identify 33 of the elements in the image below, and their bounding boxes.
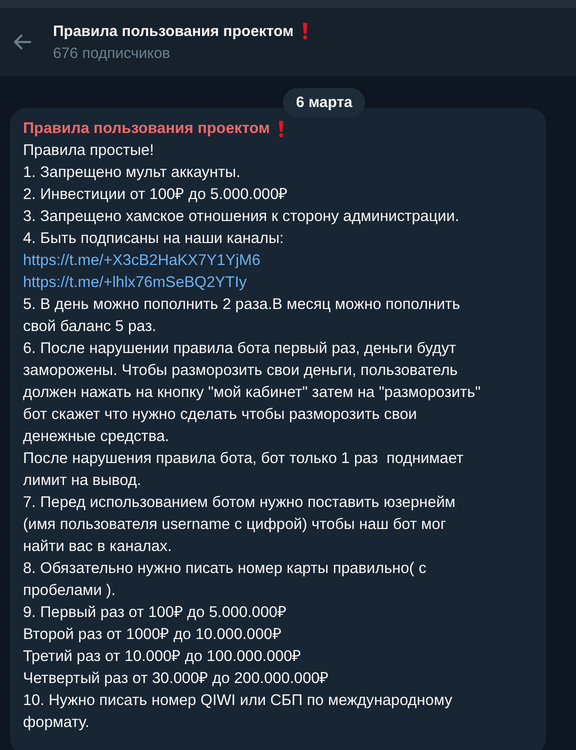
- message-line: 5. В день можно пополнить 2 раза.В месяц можно пополнить: [23, 295, 460, 315]
- date-pill: 6 марта: [283, 88, 366, 117]
- message-line: заморожены. Чтобы разморозить свои деньги, пользователь: [23, 361, 458, 381]
- message-line: 9. Первый раз от 100₽ до 5.000.000₽: [23, 603, 286, 623]
- message-line: пробелами ).: [23, 581, 116, 601]
- message-title: Правила пользования проектом: [23, 119, 270, 139]
- message-line: найти вас в каналах.: [23, 537, 172, 557]
- message-line: бот скажет что нужно сделать чтобы разморозить свои: [23, 405, 417, 425]
- message-line: 4. Быть подписаны на наши каналы:: [23, 229, 284, 249]
- message-line: лимит на вывод.: [23, 471, 142, 491]
- message-line: 6. После нарушении правила бота первый раз, деньги будут: [23, 339, 456, 359]
- subscriber-count: 676 подписчиков: [53, 45, 172, 62]
- message-line: Второй раз от 1000₽ до 10.000.000₽: [23, 625, 282, 645]
- message-link[interactable]: https://t.me/+X3cB2HaKX7Y1YjM6: [23, 250, 260, 272]
- message-line: Четвертый раз от 30.000₽ до 200.000.000₽: [23, 669, 329, 689]
- message-line: 3. Запрещено хамское отношения к сторону администрации.: [23, 207, 460, 227]
- message-line: Третий раз от 10.000₽ до 100.000.000₽: [23, 647, 302, 667]
- exclamation-icon: [302, 22, 308, 40]
- message-line: 7. Перед использованием ботом нужно поставить юзернейм: [23, 493, 456, 513]
- message-line: 8. Обязательно нужно писать номер карты правильно( с: [23, 559, 426, 579]
- message-line: Правила простые!: [23, 141, 154, 161]
- message-line: (имя пользователя username с цифрой) чтобы наш бот мог: [23, 515, 446, 535]
- message-line: 1. Запрещено мульт аккаунты.: [23, 163, 240, 183]
- channel-title: Правила пользования проектом: [53, 22, 294, 40]
- message-line: должен нажать на кнопку "мой кабинет" затем на "разморозить": [23, 383, 481, 403]
- message-line: свой баланс 5 раз.: [23, 317, 156, 337]
- message-line: 10. Нужно писать номер QIWI или СБП по международному: [23, 691, 452, 711]
- message-line: формату.: [23, 713, 90, 733]
- message-line: 2. Инвестиции от 100₽ до 5.000.000₽: [23, 185, 288, 205]
- message-line: После нарушения правила бота, бот только 1 раз поднимает: [23, 449, 464, 469]
- exclamation-icon: [278, 120, 284, 138]
- message-line: денежные средства.: [23, 427, 170, 447]
- message-link[interactable]: https://t.me/+lhlx76mSeBQ2YTIy: [23, 272, 247, 294]
